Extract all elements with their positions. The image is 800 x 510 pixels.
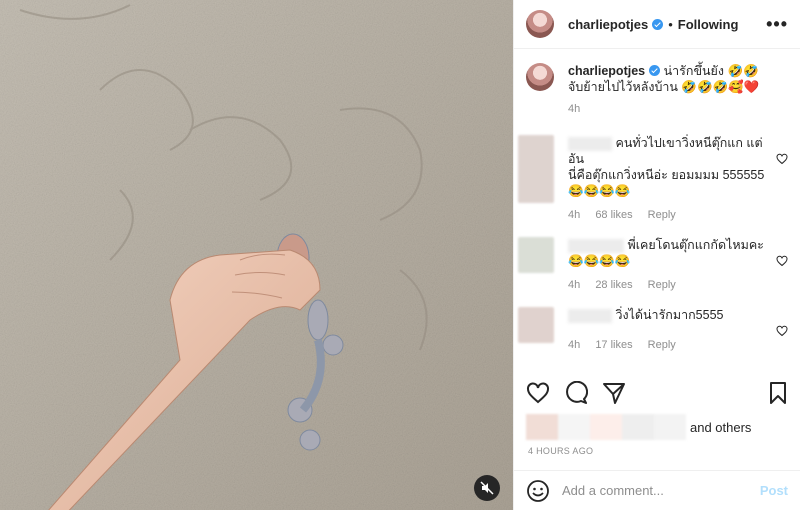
liked-by-avatars xyxy=(526,414,686,440)
comment-username[interactable] xyxy=(568,308,612,323)
comment-likes[interactable]: 17 likes xyxy=(595,339,632,351)
reply-button[interactable]: Reply xyxy=(648,339,676,351)
more-options-icon[interactable]: ••• xyxy=(766,14,788,35)
caption-username[interactable]: charliepotjes xyxy=(568,64,645,78)
post-media[interactable] xyxy=(0,0,513,510)
post-panel: charliepotjes • Following ••• charliepot… xyxy=(513,0,800,510)
comment-text: 😂😂😂😂 xyxy=(568,184,631,198)
comment-bubble-icon[interactable] xyxy=(564,381,588,405)
reply-button[interactable]: Reply xyxy=(648,209,676,221)
username[interactable]: charliepotjes xyxy=(568,17,648,32)
post-comment-button[interactable]: Post xyxy=(760,483,788,498)
post-caption: charliepotjes น่ารักขึ้นยัง 🤣🤣 จับย้ายไป… xyxy=(526,63,788,115)
speaker-muted-icon xyxy=(480,481,494,495)
comment-age: 4h xyxy=(568,279,581,291)
reply-button[interactable]: Reply xyxy=(648,279,676,291)
comment-text: 😂😂😂😂 xyxy=(568,254,631,268)
post-timestamp: 4 HOURS AGO xyxy=(528,446,594,456)
caption-text: จับย้ายไปไว้หลังบ้าน 🤣🤣🤣🥰❤️ xyxy=(568,80,760,94)
avatar[interactable] xyxy=(518,307,554,343)
comment-age: 4h xyxy=(568,339,581,351)
likes-summary[interactable]: and others xyxy=(526,414,788,440)
comment-likes[interactable]: 28 likes xyxy=(595,279,632,291)
comment-text: นี่คือตุ๊กแกวิ่งหนีอ่ะ ยอมมมม 555555 xyxy=(568,168,765,182)
caption-age: 4h xyxy=(568,103,581,115)
like-comment-heart-icon[interactable] xyxy=(776,255,788,267)
like-comment-heart-icon[interactable] xyxy=(776,325,788,337)
share-paper-plane-icon[interactable] xyxy=(602,381,626,405)
like-comment-heart-icon[interactable] xyxy=(776,153,788,165)
comment-text: พี่เคยโดนตุ๊กแกกัดไหมคะ xyxy=(627,238,764,252)
comment-input[interactable] xyxy=(562,483,760,498)
avatar[interactable] xyxy=(526,10,554,38)
comment-item: วิ่งได้น่ารักมาก5555 4h 17 likes Reply xyxy=(518,307,788,353)
verified-badge-icon xyxy=(652,18,664,30)
comment-username[interactable] xyxy=(568,238,624,253)
comment-text: วิ่งได้น่ารักมาก5555 xyxy=(615,308,724,322)
post-photo xyxy=(0,0,513,510)
avatar[interactable] xyxy=(526,63,554,91)
comments-list[interactable]: charliepotjes น่ารักขึ้นยัง 🤣🤣 จับย้ายไป… xyxy=(514,50,800,370)
avatar[interactable] xyxy=(518,237,554,273)
likes-text: and others xyxy=(690,419,752,435)
like-heart-icon[interactable] xyxy=(526,381,550,405)
mute-button[interactable] xyxy=(474,475,500,501)
bookmark-icon[interactable] xyxy=(766,381,790,405)
emoji-icon[interactable] xyxy=(526,479,550,503)
following-button[interactable]: Following xyxy=(678,17,739,32)
post-actions xyxy=(526,378,790,408)
comment-age: 4h xyxy=(568,209,581,221)
comment-item: คนทั่วไปเขาวิ่งหนีตุ๊กแก แต่อัน นี่คือตุ… xyxy=(518,135,788,223)
comment-username[interactable] xyxy=(568,136,612,151)
verified-badge-icon xyxy=(649,65,661,76)
caption-text: น่ารักขึ้นยัง 🤣🤣 xyxy=(663,64,759,78)
avatar[interactable] xyxy=(518,135,554,203)
add-comment-bar: Post xyxy=(514,470,800,510)
separator: • xyxy=(668,16,673,32)
comment-item: พี่เคยโดนตุ๊กแกกัดไหมคะ 😂😂😂😂 4h 28 likes… xyxy=(518,237,788,293)
comment-likes[interactable]: 68 likes xyxy=(595,209,632,221)
post-header: charliepotjes • Following ••• xyxy=(514,0,800,49)
